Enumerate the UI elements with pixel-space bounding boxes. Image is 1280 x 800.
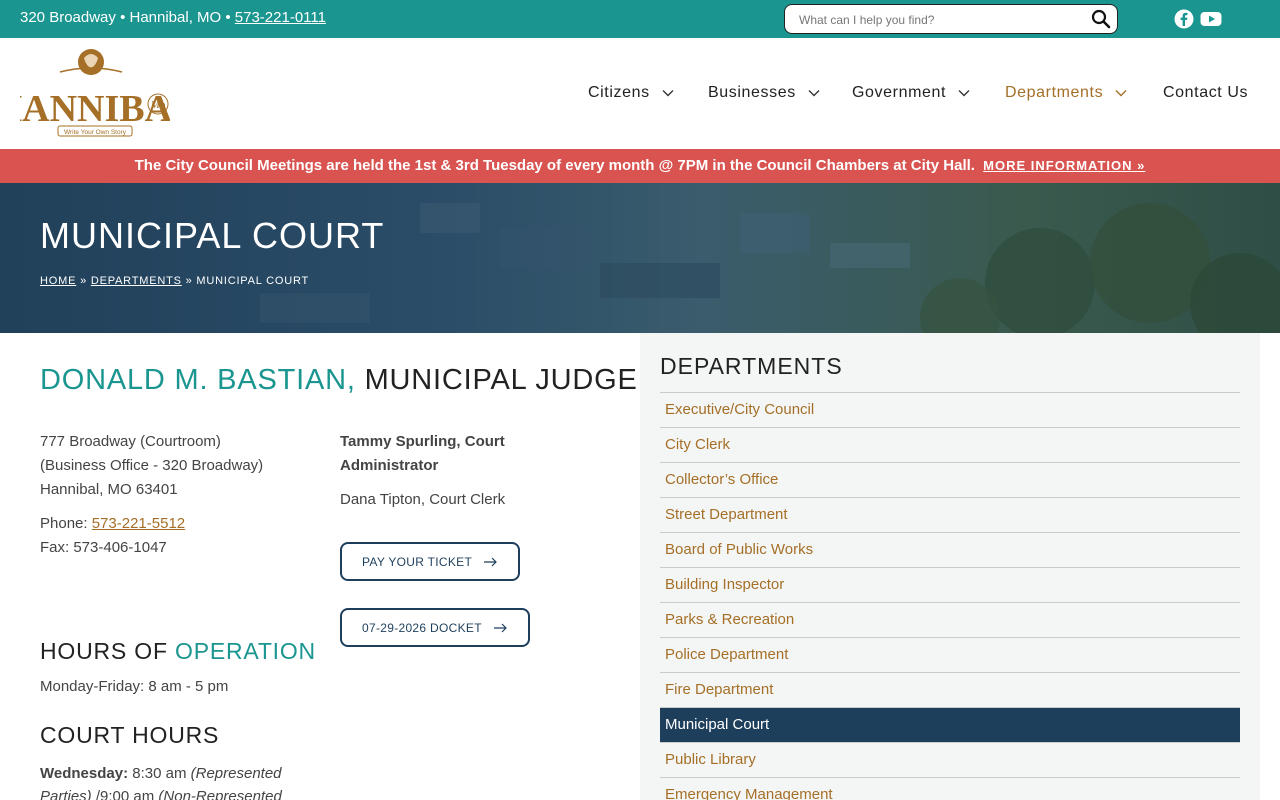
nav-businesses[interactable]: Businesses [708,84,820,102]
nav-contact-label: Contact Us [1163,84,1249,101]
nav-government[interactable]: Government [852,84,970,102]
logo-wordmark: HANNIBAL [20,88,170,130]
docket-label: 07-29-2026 DOCKET [362,620,482,635]
breadcrumb-departments[interactable]: DEPARTMENTS [91,275,182,287]
site-header: HANNIBAL Write Your Own Story Mo Citizen… [0,38,1280,149]
page-title: MUNICIPAL COURT [40,215,385,256]
alert-text: The City Council Meetings are held the 1… [134,157,975,174]
nav-government-label: Government [852,84,947,101]
breadcrumb: HOME » DEPARTMENTS » MUNICIPAL COURT [40,275,309,287]
chevron-down-icon [958,90,970,97]
breadcrumb-separator: » [185,275,193,287]
sidebar-item-emergency-management[interactable]: Emergency Management [660,778,1240,800]
top-bar: 320 Broadway • Hannibal, MO • 573-221-01… [0,0,1280,38]
search-box [784,4,1118,34]
sidebar-item-collectors-office[interactable]: Collector’s Office [660,463,1240,498]
breadcrumb-current: MUNICIPAL COURT [196,275,310,287]
breadcrumb-separator: » [80,275,87,287]
judge-name: DONALD M. BASTIAN, [40,364,356,396]
sidebar-item-parks-recreation[interactable]: Parks & Recreation [660,603,1240,638]
sidebar-heading: DEPARTMENTS [660,353,843,379]
judge-title: MUNICIPAL JUDGE [364,364,638,396]
court-clerk: Dana Tipton, Court Clerk [340,491,506,508]
sidebar-item-street-department[interactable]: Street Department [660,498,1240,533]
chevron-down-icon [808,90,820,97]
sidebar-item-building-inspector[interactable]: Building Inspector [660,568,1240,603]
court-staff: Tammy Spurling, Court Administrator Dana… [340,430,570,512]
nav-citizens[interactable]: Citizens [588,84,674,102]
hours-heading-a: HOURS OF [40,638,168,664]
address-courtroom: 777 Broadway (Courtroom) [40,433,221,450]
nav-citizens-label: Citizens [588,84,650,101]
pay-ticket-button[interactable]: PAY YOUR TICKET [340,542,521,581]
facebook-icon[interactable] [1174,9,1194,29]
sidebar-item-public-library[interactable]: Public Library [660,743,1240,778]
departments-sidebar: DEPARTMENTS Executive/City Council City … [640,333,1260,800]
address-text: 320 Broadway • Hannibal, MO • [20,9,235,26]
departments-list: Executive/City Council City Clerk Collec… [660,392,1240,800]
fax-row: Fax: 573-406-1047 [40,539,167,556]
court-note-2: (Non-Represented [158,788,282,800]
pay-ticket-label: PAY YOUR TICKET [362,554,473,569]
arrow-right-icon [484,557,497,566]
arrow-right-icon [493,623,507,632]
breadcrumb-home[interactable]: HOME [40,275,76,287]
sidebar-item-municipal-court[interactable]: Municipal Court [660,708,1240,743]
nav-departments-label: Departments [1005,84,1104,101]
address-line: 320 Broadway • Hannibal, MO • 573-221-01… [20,9,326,26]
more-information-link[interactable]: MORE INFORMATION » [983,158,1145,173]
court-time-1: 8:30 am [132,765,187,782]
logo-tagline: Write Your Own Story [64,129,127,136]
court-day: Wednesday: [40,765,129,782]
sidebar-item-executive-city-council[interactable]: Executive/City Council [660,393,1240,428]
nav-departments[interactable]: Departments [1005,84,1127,102]
town-aerial-image [260,203,1280,333]
alert-banner: The City Council Meetings are held the 1… [0,149,1280,183]
sidebar-item-board-of-public-works[interactable]: Board of Public Works [660,533,1240,568]
nav-businesses-label: Businesses [708,84,796,101]
nav-contact-us[interactable]: Contact Us [1163,84,1248,102]
address-business-office: (Business Office - 320 Broadway) [40,457,264,474]
court-hours-heading: COURT HOURS [40,722,220,748]
hours-heading-b: OPERATION [175,638,316,664]
search-input[interactable] [799,11,1079,29]
court-time-2: /9:00 am [95,788,155,800]
phone-link[interactable]: 573-221-0111 [235,9,326,26]
court-phone-link[interactable]: 573-221-5512 [92,515,185,532]
phone-row: Phone: 573-221-5512 [40,512,263,536]
chevron-down-icon [1115,90,1127,97]
office-hours: Monday-Friday: 8 am - 5 pm [40,678,229,695]
sidebar-item-city-clerk[interactable]: City Clerk [660,428,1240,463]
sidebar-item-police-department[interactable]: Police Department [660,638,1240,673]
chevron-down-icon [662,90,674,97]
court-hours-text: Wednesday: 8:30 am (Represented Parties)… [40,762,310,800]
docket-button[interactable]: 07-29-2026 DOCKET [340,608,530,647]
sidebar-item-fire-department[interactable]: Fire Department [660,673,1240,708]
address-city: Hannibal, MO 63401 [40,481,178,498]
logo-mo: Mo [150,99,166,111]
judge-heading: DONALD M. BASTIAN, MUNICIPAL JUDGE [40,364,638,397]
court-administrator: Tammy Spurling, Court Administrator [340,433,505,474]
hannibal-logo[interactable]: HANNIBAL Write Your Own Story Mo [20,46,170,140]
phone-label: Phone: [40,515,92,532]
youtube-icon[interactable] [1200,9,1222,29]
hours-heading: HOURS OF OPERATION [40,638,316,665]
page-hero: MUNICIPAL COURT HOME » DEPARTMENTS » MUN… [0,183,1280,333]
search-icon[interactable] [1091,9,1111,29]
court-contact-info: 777 Broadway (Courtroom) (Business Offic… [40,430,263,560]
